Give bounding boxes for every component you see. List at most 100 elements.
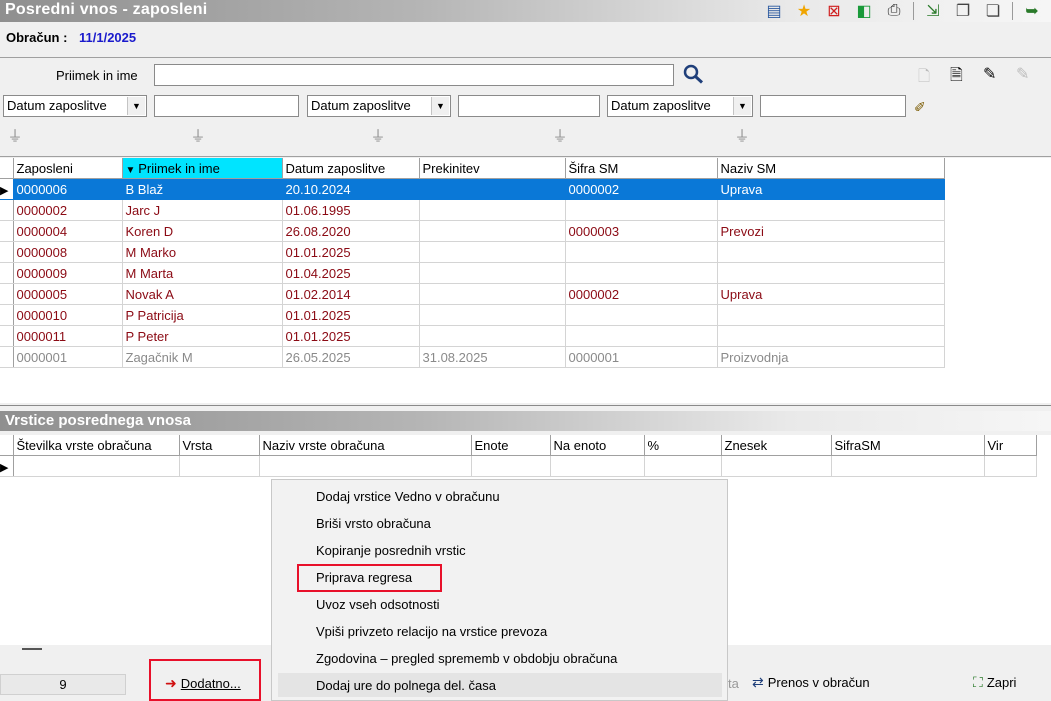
table-cell[interactable]: 0000001 (13, 346, 123, 368)
table-row[interactable]: 0000009 M Marta 01.04.2025 (0, 262, 945, 284)
dodatno-button[interactable]: ➜ Dodatno... (165, 675, 241, 692)
menu-item[interactable]: Kopiranje posrednih vrstic (316, 543, 466, 558)
table-cell[interactable]: 26.05.2025 (282, 346, 420, 368)
table-cell[interactable] (419, 325, 566, 347)
column-header-na-enoto[interactable]: Na enoto (550, 435, 645, 456)
menu-item[interactable]: Briši vrsto obračuna (316, 516, 431, 531)
table-cell[interactable] (179, 455, 260, 477)
table-cell[interactable]: M Marta (122, 262, 283, 284)
filter-funnel-icon[interactable]: ⏚ (551, 127, 569, 147)
table-cell[interactable]: 0000002 (565, 283, 718, 305)
export-icon[interactable]: ⇲ (920, 0, 946, 22)
delete-record-icon[interactable]: ✎ (1016, 64, 1029, 84)
table-cell[interactable]: Prevozi (717, 220, 945, 242)
table-cell[interactable]: 0000002 (565, 178, 718, 200)
table-cell[interactable] (721, 455, 832, 477)
table-cell[interactable]: 0000010 (13, 304, 123, 326)
table-cell[interactable]: 0000011 (13, 325, 123, 347)
table-cell[interactable] (419, 304, 566, 326)
table-cell[interactable]: 31.08.2025 (419, 346, 566, 368)
column-header-datum-zaposlitve[interactable]: Datum zaposlitve (282, 158, 420, 179)
table-cell[interactable] (717, 199, 945, 221)
splitter-handle[interactable] (22, 648, 42, 650)
filter-combo-3[interactable]: Datum zaposlitve ▼ (607, 95, 753, 117)
table-row[interactable]: 0000001 Zagačnik M 26.05.2025 31.08.2025 000… (0, 346, 945, 368)
table-cell[interactable]: Uprava (717, 283, 945, 305)
paste-icon[interactable]: ❏ (980, 0, 1006, 22)
table-cell[interactable] (565, 325, 718, 347)
table-cell[interactable]: 01.04.2025 (282, 262, 420, 284)
filter-value-3[interactable] (760, 95, 906, 117)
column-header-prekinitev[interactable]: Prekinitev (419, 158, 566, 179)
table-cell[interactable]: 01.01.2025 (282, 304, 420, 326)
exit-icon[interactable]: ➥ (1019, 0, 1045, 22)
print-icon[interactable]: ⎙ (881, 0, 907, 22)
table-cell[interactable] (419, 178, 566, 200)
table-cell[interactable] (644, 455, 722, 477)
table-cell[interactable] (419, 241, 566, 263)
table-cell[interactable]: P Peter (122, 325, 283, 347)
copy-icon[interactable]: ❐ (950, 0, 976, 22)
table-cell[interactable]: M Marko (122, 241, 283, 263)
table-row[interactable]: 0000008 M Marko 01.01.2025 (0, 241, 945, 263)
table-cell[interactable]: 0000005 (13, 283, 123, 305)
table-cell[interactable] (717, 304, 945, 326)
table-cell[interactable]: Uprava (717, 178, 945, 200)
table-cell[interactable]: 0000002 (13, 199, 123, 221)
table-cell[interactable] (419, 283, 566, 305)
table-cell[interactable] (419, 220, 566, 242)
table-cell[interactable] (565, 262, 718, 284)
filter-combo-1[interactable]: Datum zaposlitve ▼ (3, 95, 147, 117)
table-cell[interactable] (717, 262, 945, 284)
delete-doc-icon[interactable]: ⊠ (821, 0, 847, 22)
chevron-down-icon[interactable]: ▼ (127, 97, 145, 115)
favorite-star-icon[interactable]: ★ (791, 0, 817, 22)
table-row[interactable]: 0000010 P Patricija 01.01.2025 (0, 304, 945, 326)
filter-funnel-icon[interactable]: ⏚ (369, 127, 387, 147)
column-header-znesek[interactable]: Znesek (721, 435, 832, 456)
table-cell[interactable]: 01.01.2025 (282, 325, 420, 347)
new-doc-icon[interactable]: 🗋 (918, 66, 930, 91)
menu-item[interactable]: Priprava regresa (316, 570, 412, 585)
column-header-vir[interactable]: Vir (984, 435, 1037, 456)
column-header-naziv-vrste[interactable]: Naziv vrste obračuna (259, 435, 472, 456)
table-cell[interactable]: 01.01.2025 (282, 241, 420, 263)
filter-combo-2[interactable]: Datum zaposlitve ▼ (307, 95, 451, 117)
table-cell[interactable] (471, 455, 551, 477)
search-icon[interactable] (683, 64, 705, 89)
column-header-stevilka-vrste[interactable]: Številka vrste obračuna (13, 435, 180, 456)
table-cell[interactable]: 0000003 (565, 220, 718, 242)
menu-item[interactable]: Vpiši privzeto relacijo na vrstice prevo… (316, 624, 547, 639)
filter-value-2[interactable] (458, 95, 600, 117)
table-cell[interactable]: 26.08.2020 (282, 220, 420, 242)
table-cell[interactable]: 01.02.2014 (282, 283, 420, 305)
table-cell[interactable] (984, 455, 1037, 477)
table-row[interactable]: 0000011 P Peter 01.01.2025 (0, 325, 945, 347)
chevron-down-icon[interactable]: ▼ (431, 97, 449, 115)
table-cell[interactable]: Proizvodnja (717, 346, 945, 368)
report-icon[interactable]: ▤ (761, 0, 787, 22)
table-cell[interactable]: 0000008 (13, 241, 123, 263)
filter-funnel-icon[interactable]: ⏚ (6, 127, 24, 147)
table-cell[interactable]: Jarc J (122, 199, 283, 221)
column-header-vrsta[interactable]: Vrsta (179, 435, 260, 456)
hidden-button-partial[interactable]: ta (728, 676, 739, 691)
employees-grid[interactable]: Zaposleni ▼ Priimek in ime Datum zaposli… (0, 158, 1051, 403)
table-cell[interactable] (259, 455, 472, 477)
table-cell[interactable] (419, 262, 566, 284)
add-record-icon[interactable]: 🗎 (950, 64, 963, 91)
table-cell[interactable] (717, 325, 945, 347)
search-input[interactable] (154, 64, 674, 86)
table-row[interactable]: ▶ 0000006 B Blaž 20.10.2024 0000002 Uprava (0, 178, 945, 200)
table-cell[interactable] (565, 241, 718, 263)
table-cell[interactable] (550, 455, 645, 477)
table-cell[interactable]: B Blaž (122, 178, 283, 200)
table-cell[interactable]: Koren D (122, 220, 283, 242)
table-cell[interactable] (13, 455, 180, 477)
table-row[interactable]: 0000005 Novak A 01.02.2014 0000002 Uprava (0, 283, 945, 305)
edit-record-icon[interactable]: ✎ (983, 64, 996, 84)
table-cell[interactable]: 0000001 (565, 346, 718, 368)
table-row[interactable]: 0000002 Jarc J 01.06.1995 (0, 199, 945, 221)
filter-funnel-icon[interactable]: ⏚ (733, 127, 751, 147)
table-row[interactable]: 0000004 Koren D 26.08.2020 0000003 Prevozi (0, 220, 945, 242)
